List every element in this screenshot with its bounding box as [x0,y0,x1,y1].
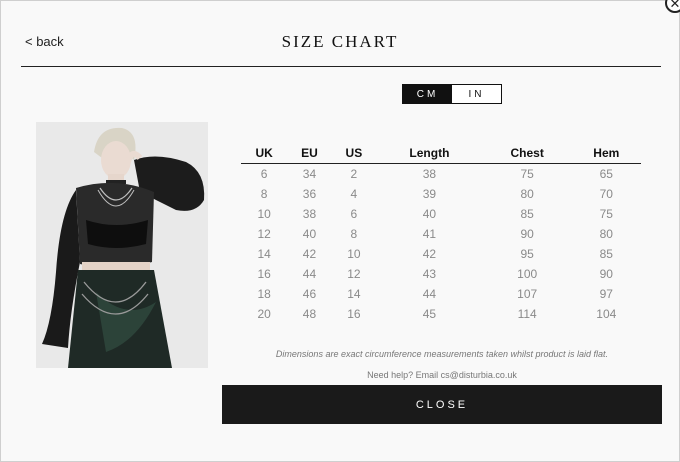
header-length: Length [376,144,483,164]
header-uk: UK [241,144,288,164]
header-chest: Chest [482,144,572,164]
table-cell: 40 [422,207,437,221]
table-cell: 34 [302,167,317,181]
table-cell: 38 [422,167,437,181]
table-cell: 18 [257,287,271,301]
table-cell: 43 [422,267,437,281]
table-cell: 6 [260,167,268,181]
table-cell: 48 [302,307,317,321]
table-cell: 70 [599,187,613,201]
table-cell: 90 [599,267,613,281]
table-cell: 12 [257,227,271,241]
table-cell: 80 [520,187,534,201]
table-cell: 42 [302,247,317,261]
model-photo [36,122,208,368]
table-row: 8 36 4 39 80 70 [241,184,641,204]
table-row: 12 40 8 41 90 80 [241,224,641,244]
page-title: SIZE CHART [281,32,399,51]
table-cell: 10 [347,247,361,261]
table-cell: 39 [422,187,437,201]
close-button[interactable]: CLOSE [222,385,662,424]
table-cell: 75 [599,207,613,221]
table-cell: 85 [599,247,613,261]
table-cell: 44 [302,267,317,281]
table-cell: 45 [422,307,437,321]
close-icon[interactable]: ✕ [665,0,680,13]
unit-toggle: CM IN [402,84,502,104]
table-cell: 40 [302,227,317,241]
header-us: US [331,144,377,164]
table-cell: 4 [350,187,358,201]
table-cell: 12 [347,267,361,281]
table-row: 10 38 6 40 85 75 [241,204,641,224]
table-cell: 90 [520,227,534,241]
table-cell: 114 [517,307,537,321]
table-row: 6 34 2 38 75 65 [241,164,641,185]
table-cell: 95 [520,247,534,261]
table-cell: 97 [599,287,613,301]
measurement-note: Dimensions are exact circumference measu… [275,349,609,359]
table-cell: 85 [520,207,534,221]
table-header-row: UK EU US Length Chest Hem [241,144,641,164]
title-divider [21,66,661,67]
table-cell: 65 [599,167,613,181]
table-cell: 16 [347,307,361,321]
table-cell: 10 [257,207,271,221]
table-row: 16 44 12 43 100 90 [241,264,641,284]
help-text: Need help? Email cs@disturbia.co.uk [367,370,517,380]
table-cell: 8 [260,187,268,201]
table-cell: 75 [520,167,534,181]
table-cell: 2 [350,167,358,181]
table-cell: 107 [517,287,538,301]
table-cell: 14 [347,287,361,301]
product-image [36,122,208,368]
table-cell: 42 [422,247,437,261]
table-row: 18 46 14 44 107 97 [241,284,641,304]
header-eu: EU [287,144,332,164]
table-cell: 100 [517,267,538,281]
table-cell: 46 [302,287,317,301]
table-cell: 38 [302,207,317,221]
table-cell: 8 [350,227,358,241]
table-cell: 16 [257,267,271,281]
unit-option-in[interactable]: IN [452,85,501,103]
unit-option-cm[interactable]: CM [403,85,452,103]
table-cell: 14 [257,247,271,261]
table-row: 14 42 10 42 95 85 [241,244,641,264]
table-cell: 44 [422,287,437,301]
table-cell: 41 [422,227,437,241]
table-cell: 80 [599,227,613,241]
table-cell: 104 [596,307,617,321]
size-chart-modal: ✕ < back SIZE CHART CM IN UK EU US Lengt… [0,0,680,462]
table-cell: 20 [257,307,271,321]
table-cell: 6 [350,207,358,221]
table-row: 20 48 16 45 114 104 [241,304,641,324]
size-table: UK EU US Length Chest Hem 6 34 2 38 75 6… [241,144,641,324]
table-cell: 36 [302,187,317,201]
header-hem: Hem [571,144,641,164]
